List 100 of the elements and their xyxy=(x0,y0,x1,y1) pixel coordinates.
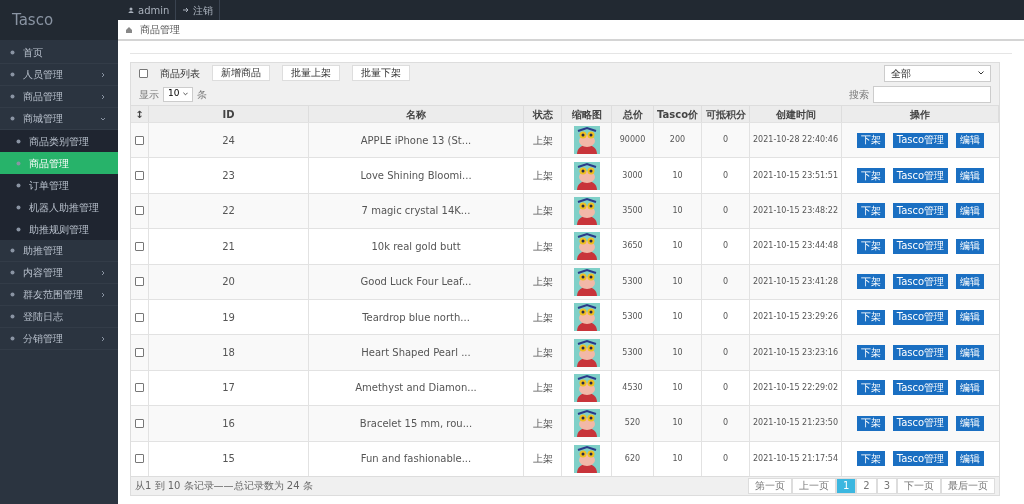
action-button[interactable]: 下架 xyxy=(856,203,885,219)
table-cell: 2021-10-15 21:17:54 xyxy=(750,441,842,476)
action-button[interactable]: 下架 xyxy=(856,274,885,290)
table-cell: 0 xyxy=(702,264,750,299)
action-button[interactable]: 下架 xyxy=(856,132,885,148)
toolbar-button[interactable]: 批量上架 xyxy=(282,65,340,81)
sidebar-item[interactable]: 助推管理 xyxy=(0,240,118,262)
home-icon xyxy=(126,26,132,33)
action-button[interactable]: 下架 xyxy=(856,451,885,467)
pagination-button[interactable]: 第一页 xyxy=(747,477,792,494)
table-cell: 16 xyxy=(149,406,309,441)
thumbnail-drawing xyxy=(573,444,600,473)
table-cell: 15 xyxy=(149,441,309,476)
brand-title: Tasco xyxy=(12,9,54,31)
table-cell: 2021-10-15 23:41:28 xyxy=(750,264,842,299)
pagination-button[interactable]: 上一页 xyxy=(791,477,836,494)
action-button[interactable]: Tasco管理 xyxy=(892,168,949,184)
bullet-icon xyxy=(16,138,21,144)
action-button[interactable]: 编辑 xyxy=(956,345,985,361)
action-button[interactable]: 编辑 xyxy=(956,415,985,431)
row-checkbox[interactable] xyxy=(135,206,144,216)
sidebar-item[interactable]: 订单管理 xyxy=(0,174,118,196)
action-button[interactable]: Tasco管理 xyxy=(892,380,949,396)
action-button[interactable]: Tasco管理 xyxy=(892,309,949,325)
action-button[interactable]: Tasco管理 xyxy=(892,451,949,467)
action-button[interactable]: 下架 xyxy=(856,168,885,184)
thumbnail-drawing xyxy=(573,161,600,190)
toolbar-button[interactable]: 新增商品 xyxy=(212,65,270,81)
action-button[interactable]: Tasco管理 xyxy=(892,274,949,290)
status-filter[interactable]: 全部 xyxy=(884,64,991,82)
row-checkbox[interactable] xyxy=(135,312,144,322)
action-button[interactable]: Tasco管理 xyxy=(892,345,949,361)
action-button[interactable]: 编辑 xyxy=(956,203,985,219)
table-cell: 0 xyxy=(702,335,750,370)
table-cell: Heart Shaped Pearl ... xyxy=(309,335,524,370)
action-button[interactable]: 下架 xyxy=(856,380,885,396)
sidebar-item[interactable]: 机器人助推管理 xyxy=(0,196,118,218)
table-cell: 上架 xyxy=(524,335,562,370)
sidebar-item[interactable]: 人员管理 xyxy=(0,64,118,86)
sidebar-item[interactable]: 助推规则管理 xyxy=(0,218,118,240)
action-button[interactable]: 编辑 xyxy=(956,274,985,290)
row-checkbox[interactable] xyxy=(135,454,144,464)
thumbnail-drawing xyxy=(573,373,600,402)
action-button[interactable]: 下架 xyxy=(856,345,885,361)
table-cell: 18 xyxy=(149,335,309,370)
page-size-unit: 条 xyxy=(197,87,207,102)
sidebar-item[interactable]: 商品管理 xyxy=(0,86,118,108)
row-checkbox[interactable] xyxy=(135,135,144,145)
row-checkbox[interactable] xyxy=(135,383,144,393)
table-cell: 5300 xyxy=(612,335,654,370)
record-summary: 从1 到 10 条记录——总记录数为 24 条 xyxy=(135,479,313,494)
sidebar-item[interactable]: 商品管理 xyxy=(0,152,118,174)
action-button[interactable]: Tasco管理 xyxy=(892,415,949,431)
table-cell: 10 xyxy=(654,158,702,193)
row-checkbox[interactable] xyxy=(135,171,144,181)
action-button[interactable]: 编辑 xyxy=(956,309,985,325)
caret-icon xyxy=(183,92,188,96)
sidebar-item[interactable]: 登陆日志 xyxy=(0,306,118,328)
action-button[interactable]: 编辑 xyxy=(956,168,985,184)
action-button[interactable]: 编辑 xyxy=(956,238,985,254)
action-button[interactable]: 下架 xyxy=(856,309,885,325)
sign-out-icon xyxy=(182,7,190,13)
action-button[interactable]: 编辑 xyxy=(956,132,985,148)
chevron-right-icon xyxy=(100,291,106,298)
table-cell: 上架 xyxy=(524,158,562,193)
table-cell: 520 xyxy=(612,406,654,441)
search-label: 搜索 xyxy=(849,87,869,102)
page-size-select[interactable]: 10 xyxy=(163,86,193,102)
sidebar-item[interactable]: 群友范围管理 xyxy=(0,284,118,306)
table-cell: 0 xyxy=(702,229,750,264)
action-button[interactable]: 编辑 xyxy=(956,451,985,467)
thumbnail-drawing xyxy=(573,267,600,296)
action-button[interactable]: 下架 xyxy=(856,415,885,431)
page-size-label: 显示 xyxy=(139,87,159,102)
row-checkbox[interactable] xyxy=(139,68,148,78)
row-checkbox[interactable] xyxy=(135,418,144,428)
row-checkbox[interactable] xyxy=(135,348,144,358)
row-checkbox[interactable] xyxy=(135,277,144,287)
action-button[interactable]: Tasco管理 xyxy=(892,238,949,254)
table-cell: 0 xyxy=(702,406,750,441)
search-field[interactable] xyxy=(873,85,991,103)
pagination-button[interactable]: 3 xyxy=(876,477,897,494)
pagination-button[interactable]: 最后一页 xyxy=(941,477,995,494)
thumbnail-drawing xyxy=(573,409,600,438)
sidebar-item[interactable]: 首页 xyxy=(0,42,118,64)
table-cell: 2021-10-15 23:44:48 xyxy=(750,229,842,264)
toolbar-button[interactable]: 批量下架 xyxy=(352,65,410,81)
sidebar-item[interactable]: 商品类别管理 xyxy=(0,130,118,152)
bullet-icon xyxy=(10,116,15,121)
pagination-button[interactable]: 2 xyxy=(856,477,877,494)
panel-title: 商品列表 xyxy=(160,66,200,81)
action-button[interactable]: Tasco管理 xyxy=(892,203,949,219)
action-button[interactable]: 下架 xyxy=(856,238,885,254)
action-button[interactable]: Tasco管理 xyxy=(892,132,949,148)
sidebar-item[interactable]: 内容管理 xyxy=(0,262,118,284)
row-checkbox[interactable] xyxy=(135,241,144,251)
sidebar-item[interactable]: 分销管理 xyxy=(0,328,118,350)
action-button[interactable]: 编辑 xyxy=(956,380,985,396)
table-cell: Love Shining Bloomi... xyxy=(309,158,524,193)
pagination-button[interactable]: 下一页 xyxy=(897,477,941,494)
